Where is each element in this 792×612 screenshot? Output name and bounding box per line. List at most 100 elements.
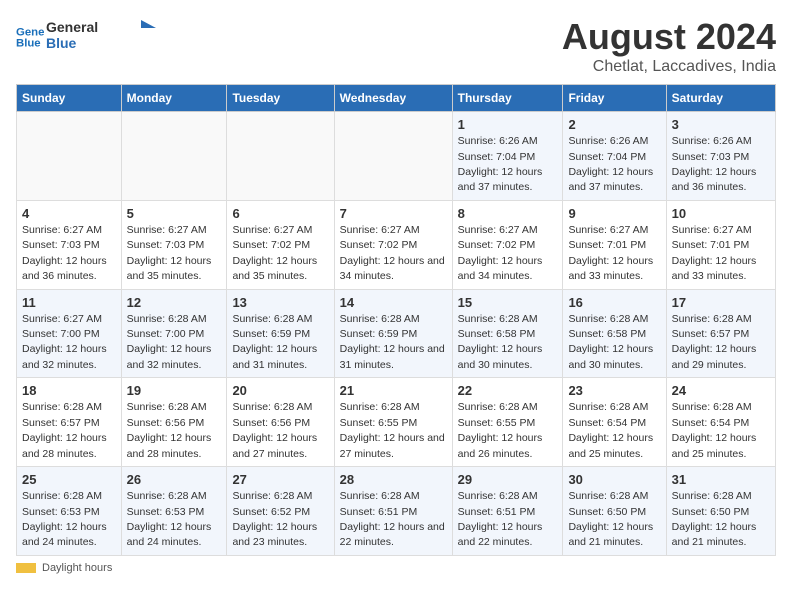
day-info: Sunrise: 6:26 AM Sunset: 7:04 PM Dayligh…: [458, 135, 543, 193]
calendar-cell: 29Sunrise: 6:28 AM Sunset: 6:51 PM Dayli…: [452, 467, 563, 556]
title-block: August 2024 Chetlat, Laccadives, India: [562, 16, 776, 76]
calendar-table: SundayMondayTuesdayWednesdayThursdayFrid…: [16, 84, 776, 556]
legend-label: Daylight hours: [42, 562, 112, 574]
day-info: Sunrise: 6:28 AM Sunset: 6:57 PM Dayligh…: [22, 401, 107, 459]
day-info: Sunrise: 6:28 AM Sunset: 6:56 PM Dayligh…: [127, 401, 212, 459]
svg-text:General: General: [46, 19, 98, 35]
calendar-cell: 12Sunrise: 6:28 AM Sunset: 7:00 PM Dayli…: [121, 289, 227, 378]
calendar-week-row: 18Sunrise: 6:28 AM Sunset: 6:57 PM Dayli…: [17, 378, 776, 467]
day-info: Sunrise: 6:28 AM Sunset: 6:51 PM Dayligh…: [340, 490, 445, 548]
day-number: 7: [340, 205, 447, 223]
day-number: 19: [127, 382, 222, 400]
svg-text:General: General: [16, 26, 44, 38]
calendar-cell: 2Sunrise: 6:26 AM Sunset: 7:04 PM Daylig…: [563, 112, 666, 201]
calendar-cell: 30Sunrise: 6:28 AM Sunset: 6:50 PM Dayli…: [563, 467, 666, 556]
day-number: 13: [232, 294, 328, 312]
calendar-cell: 27Sunrise: 6:28 AM Sunset: 6:52 PM Dayli…: [227, 467, 334, 556]
day-number: 4: [22, 205, 116, 223]
calendar-cell: 6Sunrise: 6:27 AM Sunset: 7:02 PM Daylig…: [227, 200, 334, 289]
day-info: Sunrise: 6:27 AM Sunset: 7:00 PM Dayligh…: [22, 313, 107, 371]
calendar-header-cell: Saturday: [666, 85, 775, 112]
calendar-cell: 18Sunrise: 6:28 AM Sunset: 6:57 PM Dayli…: [17, 378, 122, 467]
day-number: 26: [127, 471, 222, 489]
calendar-cell: 22Sunrise: 6:28 AM Sunset: 6:55 PM Dayli…: [452, 378, 563, 467]
day-number: 16: [568, 294, 660, 312]
calendar-week-row: 1Sunrise: 6:26 AM Sunset: 7:04 PM Daylig…: [17, 112, 776, 201]
day-number: 29: [458, 471, 558, 489]
day-number: 8: [458, 205, 558, 223]
day-info: Sunrise: 6:27 AM Sunset: 7:02 PM Dayligh…: [458, 224, 543, 282]
calendar-header-cell: Monday: [121, 85, 227, 112]
day-info: Sunrise: 6:28 AM Sunset: 6:55 PM Dayligh…: [340, 401, 445, 459]
calendar-cell: 8Sunrise: 6:27 AM Sunset: 7:02 PM Daylig…: [452, 200, 563, 289]
calendar-cell: 1Sunrise: 6:26 AM Sunset: 7:04 PM Daylig…: [452, 112, 563, 201]
calendar-cell: 24Sunrise: 6:28 AM Sunset: 6:54 PM Dayli…: [666, 378, 775, 467]
day-info: Sunrise: 6:26 AM Sunset: 7:03 PM Dayligh…: [672, 135, 757, 193]
calendar-cell: 21Sunrise: 6:28 AM Sunset: 6:55 PM Dayli…: [334, 378, 452, 467]
day-number: 12: [127, 294, 222, 312]
day-info: Sunrise: 6:28 AM Sunset: 6:58 PM Dayligh…: [458, 313, 543, 371]
day-info: Sunrise: 6:28 AM Sunset: 6:54 PM Dayligh…: [568, 401, 653, 459]
calendar-cell: [17, 112, 122, 201]
calendar-cell: 5Sunrise: 6:27 AM Sunset: 7:03 PM Daylig…: [121, 200, 227, 289]
day-number: 15: [458, 294, 558, 312]
logo-icon: General Blue: [16, 23, 44, 51]
day-number: 28: [340, 471, 447, 489]
calendar-cell: 25Sunrise: 6:28 AM Sunset: 6:53 PM Dayli…: [17, 467, 122, 556]
page-subtitle: Chetlat, Laccadives, India: [562, 58, 776, 76]
day-number: 22: [458, 382, 558, 400]
calendar-cell: 11Sunrise: 6:27 AM Sunset: 7:00 PM Dayli…: [17, 289, 122, 378]
page-header: General Blue General Blue August 2024 Ch…: [16, 16, 776, 76]
calendar-cell: 31Sunrise: 6:28 AM Sunset: 6:50 PM Dayli…: [666, 467, 775, 556]
day-info: Sunrise: 6:27 AM Sunset: 7:01 PM Dayligh…: [568, 224, 653, 282]
day-number: 24: [672, 382, 770, 400]
calendar-header-cell: Thursday: [452, 85, 563, 112]
calendar-week-row: 25Sunrise: 6:28 AM Sunset: 6:53 PM Dayli…: [17, 467, 776, 556]
page-title: August 2024: [562, 16, 776, 58]
daylight-legend: Daylight hours: [16, 562, 776, 574]
calendar-cell: [121, 112, 227, 201]
day-info: Sunrise: 6:28 AM Sunset: 7:00 PM Dayligh…: [127, 313, 212, 371]
day-number: 23: [568, 382, 660, 400]
calendar-header-cell: Sunday: [17, 85, 122, 112]
day-number: 5: [127, 205, 222, 223]
day-info: Sunrise: 6:27 AM Sunset: 7:03 PM Dayligh…: [127, 224, 212, 282]
day-number: 31: [672, 471, 770, 489]
day-info: Sunrise: 6:27 AM Sunset: 7:02 PM Dayligh…: [232, 224, 317, 282]
calendar-week-row: 11Sunrise: 6:27 AM Sunset: 7:00 PM Dayli…: [17, 289, 776, 378]
day-info: Sunrise: 6:28 AM Sunset: 6:50 PM Dayligh…: [672, 490, 757, 548]
calendar-cell: 26Sunrise: 6:28 AM Sunset: 6:53 PM Dayli…: [121, 467, 227, 556]
calendar-cell: 15Sunrise: 6:28 AM Sunset: 6:58 PM Dayli…: [452, 289, 563, 378]
day-info: Sunrise: 6:28 AM Sunset: 6:50 PM Dayligh…: [568, 490, 653, 548]
day-info: Sunrise: 6:27 AM Sunset: 7:01 PM Dayligh…: [672, 224, 757, 282]
day-info: Sunrise: 6:28 AM Sunset: 6:57 PM Dayligh…: [672, 313, 757, 371]
day-info: Sunrise: 6:27 AM Sunset: 7:03 PM Dayligh…: [22, 224, 107, 282]
calendar-cell: 7Sunrise: 6:27 AM Sunset: 7:02 PM Daylig…: [334, 200, 452, 289]
calendar-week-row: 4Sunrise: 6:27 AM Sunset: 7:03 PM Daylig…: [17, 200, 776, 289]
calendar-body: 1Sunrise: 6:26 AM Sunset: 7:04 PM Daylig…: [17, 112, 776, 556]
day-number: 11: [22, 294, 116, 312]
calendar-cell: 10Sunrise: 6:27 AM Sunset: 7:01 PM Dayli…: [666, 200, 775, 289]
day-info: Sunrise: 6:28 AM Sunset: 6:53 PM Dayligh…: [22, 490, 107, 548]
day-info: Sunrise: 6:28 AM Sunset: 6:54 PM Dayligh…: [672, 401, 757, 459]
calendar-cell: [334, 112, 452, 201]
legend-bar: [16, 563, 36, 573]
day-info: Sunrise: 6:28 AM Sunset: 6:52 PM Dayligh…: [232, 490, 317, 548]
day-number: 25: [22, 471, 116, 489]
calendar-header-row: SundayMondayTuesdayWednesdayThursdayFrid…: [17, 85, 776, 112]
day-number: 6: [232, 205, 328, 223]
calendar-cell: 28Sunrise: 6:28 AM Sunset: 6:51 PM Dayli…: [334, 467, 452, 556]
calendar-cell: 3Sunrise: 6:26 AM Sunset: 7:03 PM Daylig…: [666, 112, 775, 201]
day-info: Sunrise: 6:28 AM Sunset: 6:53 PM Dayligh…: [127, 490, 212, 548]
calendar-cell: 17Sunrise: 6:28 AM Sunset: 6:57 PM Dayli…: [666, 289, 775, 378]
calendar-cell: 4Sunrise: 6:27 AM Sunset: 7:03 PM Daylig…: [17, 200, 122, 289]
calendar-header-cell: Wednesday: [334, 85, 452, 112]
day-info: Sunrise: 6:27 AM Sunset: 7:02 PM Dayligh…: [340, 224, 445, 282]
day-info: Sunrise: 6:28 AM Sunset: 6:56 PM Dayligh…: [232, 401, 317, 459]
calendar-cell: 9Sunrise: 6:27 AM Sunset: 7:01 PM Daylig…: [563, 200, 666, 289]
day-number: 20: [232, 382, 328, 400]
svg-text:Blue: Blue: [46, 35, 77, 51]
logo: General Blue General Blue: [16, 16, 156, 57]
day-number: 10: [672, 205, 770, 223]
calendar-cell: [227, 112, 334, 201]
